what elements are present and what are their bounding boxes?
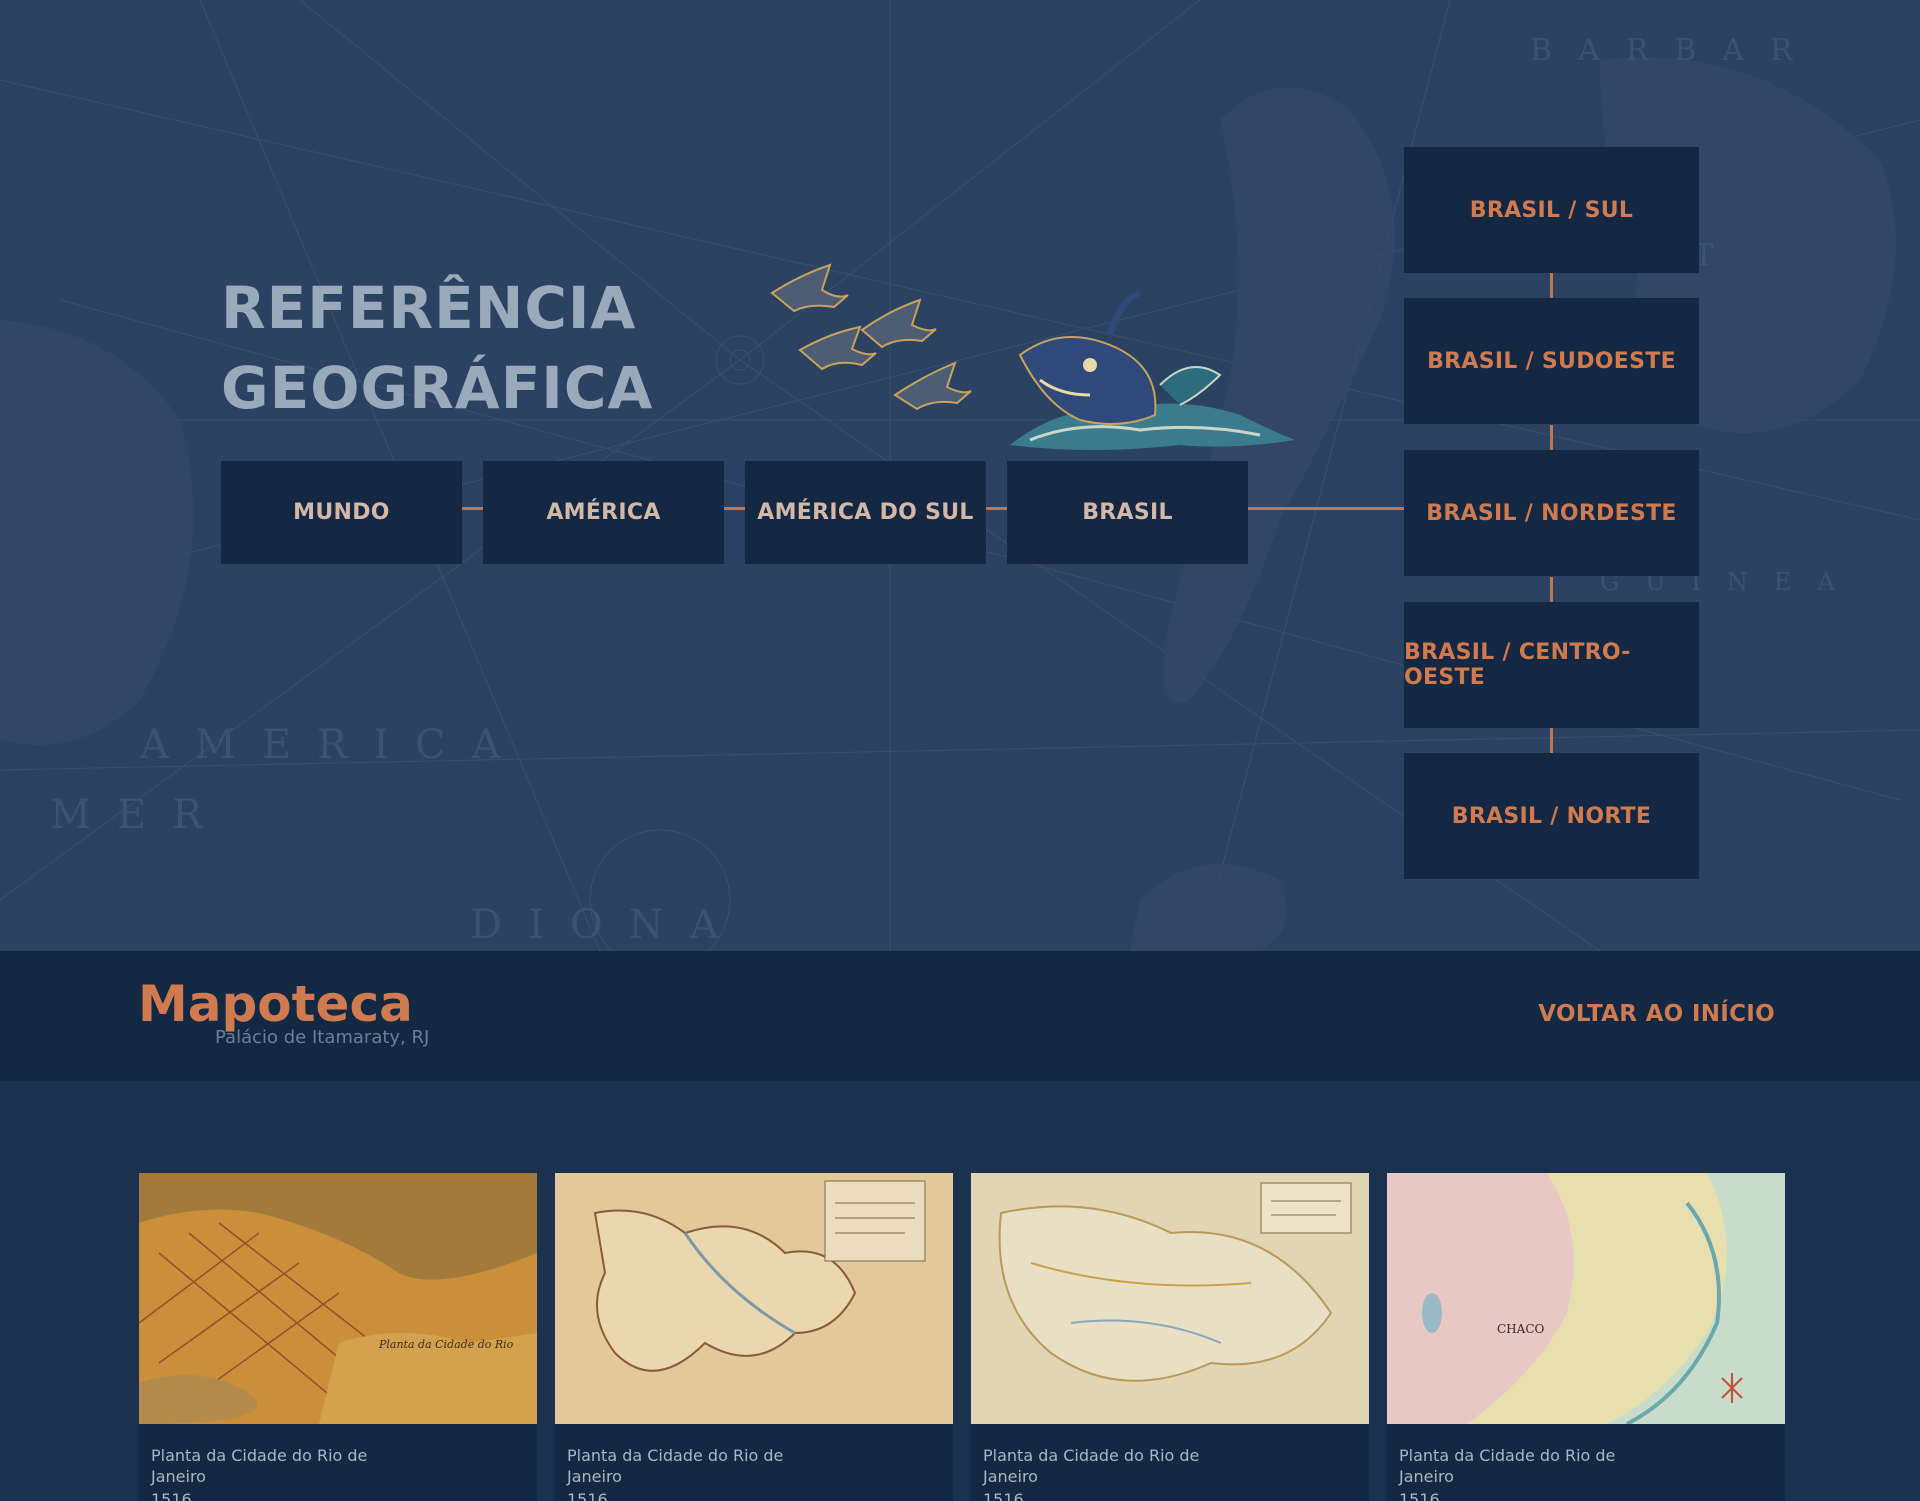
nav-node-label: BRASIL <box>1082 500 1173 525</box>
nav-node-label: AMÉRICA <box>546 500 661 525</box>
map-decor-text: DIONA <box>470 902 745 948</box>
map-card-title: Planta da Cidade do Rio de Janeiro <box>151 1446 368 1486</box>
map-card-title: Planta da Cidade do Rio de Janeiro <box>567 1446 784 1486</box>
connector-line <box>723 507 745 510</box>
nav-node-label: AMÉRICA DO SUL <box>757 500 974 525</box>
logo-subtitle: Palácio de Itamaraty, RJ <box>215 1027 430 1048</box>
nav-node-brasil-sudoeste[interactable]: BRASIL / SUDOESTE <box>1404 298 1699 424</box>
nav-node-america-do-sul[interactable]: AMÉRICA DO SUL <box>745 461 986 564</box>
map-card[interactable]: CHACO Planta da Cidade do Rio de Janeiro… <box>1387 1173 1785 1501</box>
hero-section: AMERICA MER DIONA BARBAR AERT GUINEA REF… <box>0 0 1920 951</box>
map-thumbnail: CHACO <box>1387 1173 1785 1424</box>
nav-node-label: BRASIL / NORTE <box>1451 803 1652 829</box>
map-card-year: 1516 <box>567 1490 608 1501</box>
map-card-year: 1516 <box>983 1490 1024 1501</box>
site-logo[interactable]: Mapoteca Palácio de Itamaraty, RJ <box>138 975 438 1055</box>
nav-node-brasil-centro-oeste[interactable]: BRASIL / CENTRO-OESTE <box>1404 602 1699 728</box>
nav-node-brasil-norte[interactable]: BRASIL / NORTE <box>1404 753 1699 879</box>
logo-wordmark: Mapoteca <box>138 975 413 1033</box>
map-card-year: 1516 <box>1399 1490 1440 1501</box>
nav-node-label: BRASIL / SUL <box>1469 197 1634 223</box>
connector-line <box>1550 577 1553 602</box>
map-thumbnail <box>555 1173 953 1424</box>
map-card-year: 1516 <box>151 1490 192 1501</box>
connector-line <box>985 507 1007 510</box>
nav-node-brasil-nordeste[interactable]: BRASIL / NORDESTE <box>1404 450 1699 576</box>
page-title-line: GEOGRÁFICA <box>221 354 654 422</box>
nav-node-label: MUNDO <box>293 500 390 525</box>
nav-node-label: BRASIL / CENTRO-OESTE <box>1404 640 1631 690</box>
nav-node-label: BRASIL / NORDESTE <box>1426 500 1677 526</box>
page-title-line: REFERÊNCIA <box>221 274 637 342</box>
page-title: REFERÊNCIA GEOGRÁFICA <box>221 268 653 428</box>
map-card[interactable]: Planta da Cidade do Rio Planta da Cidade… <box>139 1173 537 1501</box>
map-decor-text: AMERICA <box>139 722 526 768</box>
connector-line <box>1247 507 1404 510</box>
nav-node-label: BRASIL / SUDOESTE <box>1427 348 1676 374</box>
nav-node-america[interactable]: AMÉRICA <box>483 461 724 564</box>
map-thumbnail <box>971 1173 1369 1424</box>
map-card-grid: Planta da Cidade do Rio Planta da Cidade… <box>139 1173 1785 1501</box>
nav-node-brasil[interactable]: BRASIL <box>1007 461 1248 564</box>
map-decor-text: MER <box>50 792 228 838</box>
connector-line <box>1550 273 1553 298</box>
back-to-home-link[interactable]: VOLTAR AO INÍCIO <box>1538 1001 1775 1027</box>
map-card[interactable]: Planta da Cidade do Rio de Janeiro 1516 <box>555 1173 953 1501</box>
connector-line <box>1550 425 1553 450</box>
map-thumbnail: Planta da Cidade do Rio <box>139 1173 537 1424</box>
nav-node-mundo[interactable]: MUNDO <box>221 461 462 564</box>
map-decor-text: BARBAR <box>1530 33 1819 68</box>
map-card[interactable]: Planta da Cidade do Rio de Janeiro 1516 <box>971 1173 1369 1501</box>
connector-line <box>461 507 483 510</box>
nav-node-brasil-sul[interactable]: BRASIL / SUL <box>1404 147 1699 273</box>
connector-line <box>1550 728 1553 753</box>
map-thumbnail-inscription: Planta da Cidade do Rio <box>378 1338 514 1351</box>
map-card-title: Planta da Cidade do Rio de Janeiro <box>1399 1446 1616 1486</box>
sea-monster-illustration <box>770 263 1295 450</box>
map-thumbnail-inscription: CHACO <box>1497 1322 1544 1336</box>
map-card-title: Planta da Cidade do Rio de Janeiro <box>983 1446 1200 1486</box>
